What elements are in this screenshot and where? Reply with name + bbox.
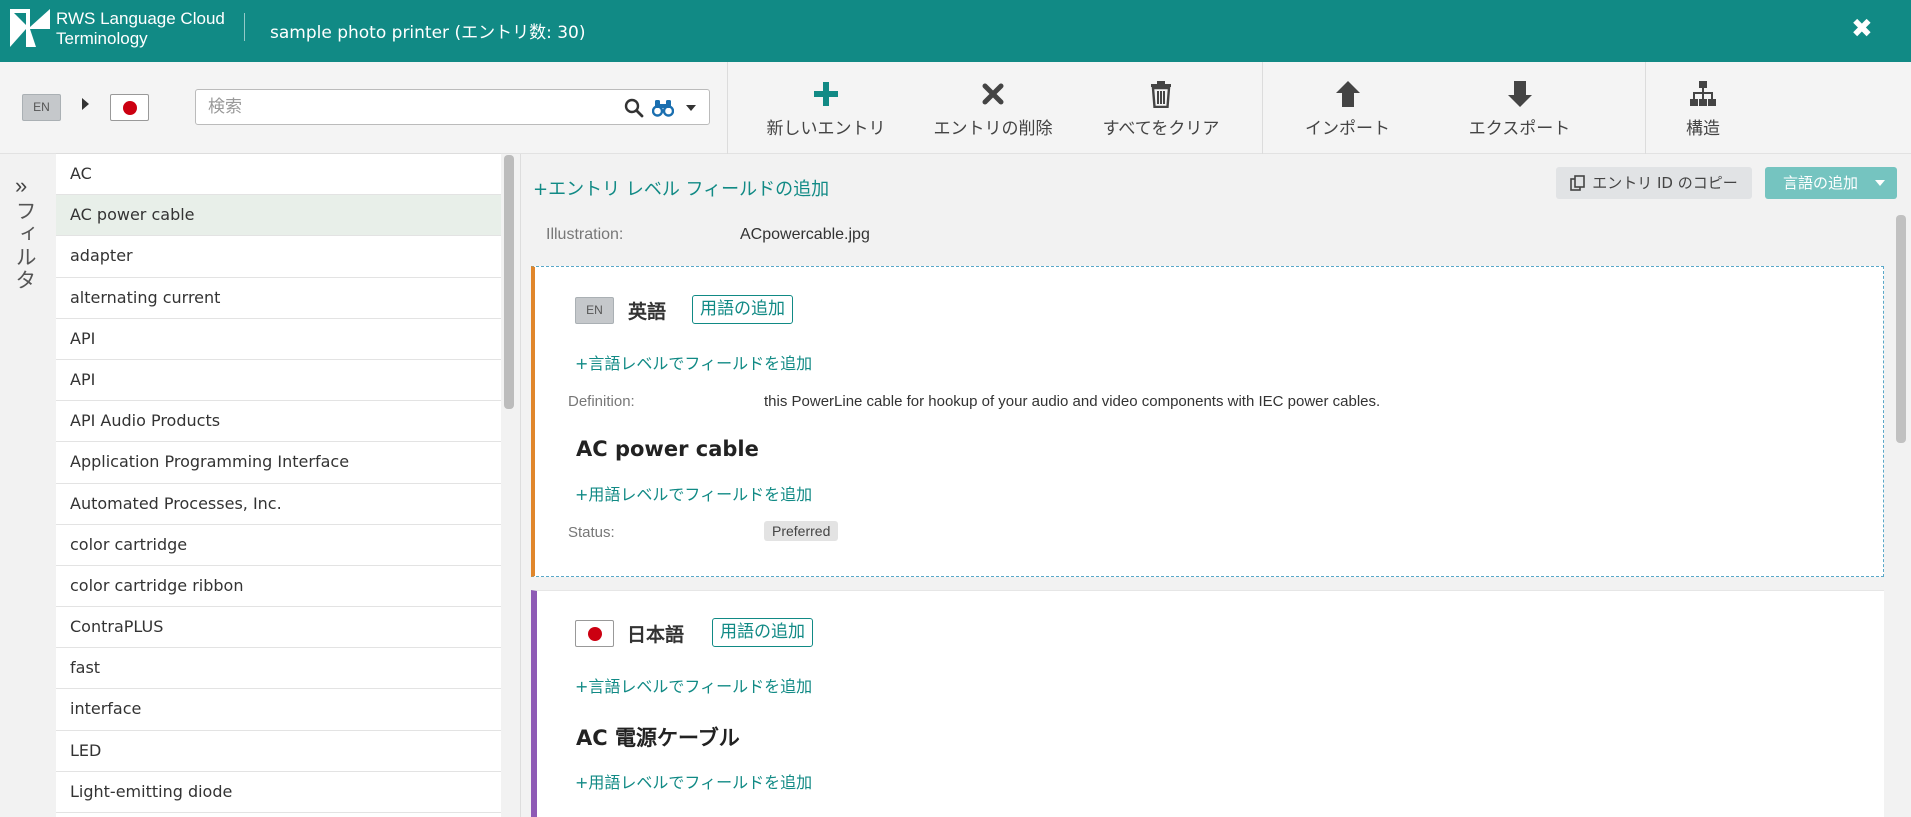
rws-logo-icon [10, 9, 50, 47]
entry-list-item[interactable]: AC [56, 154, 501, 196]
entry-list-item[interactable]: ContraPLUS [56, 607, 501, 649]
new-entry-button[interactable]: 新しいエントリ [755, 72, 897, 144]
plus-icon: + [533, 179, 549, 200]
entry-list: AC AC power cable adapter alternating curre… [56, 153, 501, 817]
plus-icon [814, 82, 838, 106]
entry-list-item[interactable]: API [56, 360, 501, 402]
structure-label: 構造 [1686, 119, 1720, 139]
header-divider [244, 13, 245, 41]
entry-list-item[interactable]: Automated Processes, Inc. [56, 484, 501, 525]
definition-value[interactable]: this PowerLine cable for hookup of your … [764, 393, 1380, 410]
entry-list-item[interactable]: LED [56, 731, 501, 772]
entry-list-item[interactable]: color cartridge ribbon [56, 566, 501, 608]
filter-label[interactable]: フィルタ [10, 200, 40, 292]
add-language-field-link-en[interactable]: +言語レベルでフィールドを追加 [575, 350, 812, 374]
entry-list-item[interactable]: API Audio Products [56, 401, 501, 443]
brand-name: RWS Language Cloud Terminology [56, 9, 225, 49]
add-entry-field-label: エントリ レベル フィールドの追加 [548, 179, 830, 200]
japanese-flag-icon [575, 620, 614, 647]
close-icon[interactable]: ✖ [1851, 13, 1873, 44]
entry-list-item[interactable]: Application Programming Interface [56, 442, 501, 484]
arrow-down-icon [1507, 81, 1532, 107]
status-badge[interactable]: Preferred [764, 521, 839, 541]
status-label: Status: [568, 524, 615, 541]
english-language-badge: EN [575, 297, 614, 324]
brand-line1: RWS Language Cloud [56, 9, 225, 28]
trash-icon [1151, 81, 1171, 108]
english-language-name: 英語 [628, 301, 667, 323]
hierarchy-icon [1690, 81, 1716, 106]
search-input[interactable] [208, 96, 608, 118]
import-button[interactable]: インポート [1290, 72, 1405, 144]
entry-list-item[interactable]: adapter [56, 236, 501, 278]
toolbar-divider [1262, 62, 1263, 154]
flag-circle [587, 626, 602, 641]
import-label: インポート [1305, 119, 1390, 139]
language-arrow-icon [82, 98, 89, 110]
add-language-field-label-ja: 言語レベルでフィールドを追加 [588, 677, 813, 696]
entry-list-item[interactable]: color cartridge [56, 525, 501, 566]
add-term-field-link-en[interactable]: +用語レベルでフィールドを追加 [575, 481, 812, 505]
search-options-dropdown-icon[interactable] [686, 105, 696, 111]
illustration-value[interactable]: ACpowercable.jpg [740, 226, 870, 244]
source-language-badge[interactable]: EN [22, 94, 61, 121]
add-term-field-label-ja: 用語レベルでフィールドを追加 [588, 773, 813, 792]
toolbar-divider [727, 62, 728, 154]
entry-list-item[interactable]: fast [56, 648, 501, 690]
target-language-flag-icon[interactable] [110, 94, 149, 121]
english-term[interactable]: AC power cable [576, 437, 759, 461]
app-header: RWS Language Cloud Terminology sample ph… [0, 0, 1911, 62]
copy-icon [1570, 175, 1586, 191]
add-term-field-label-en: 用語レベルでフィールドを追加 [588, 485, 813, 504]
delete-entry-label: エントリの削除 [933, 119, 1053, 139]
chevron-down-icon [1875, 180, 1885, 186]
brand-line2: Terminology [56, 29, 148, 48]
clear-all-button[interactable]: すべてをクリア [1093, 72, 1229, 144]
export-button[interactable]: エクスポート [1462, 72, 1577, 144]
plus-icon: + [575, 354, 589, 373]
structure-button[interactable]: 構造 [1663, 72, 1743, 144]
entry-list-item[interactable]: API [56, 319, 501, 360]
add-term-button-en[interactable]: 用語の追加 [692, 295, 793, 324]
add-entry-field-link[interactable]: +エントリ レベル フィールドの追加 [533, 175, 829, 201]
entry-list-item[interactable]: interface [56, 689, 501, 731]
entry-list-item[interactable]: AC power cable [56, 195, 501, 237]
add-language-field-link-ja[interactable]: +言語レベルでフィールドを追加 [575, 673, 812, 697]
japanese-language-name: 日本語 [627, 624, 685, 646]
entry-list-item[interactable]: alternating current [56, 278, 501, 319]
termbase-title: sample photo printer (エントリ数: 30) [270, 23, 586, 43]
entry-list-item[interactable]: Light-emitting diode [56, 772, 501, 813]
illustration-label: Illustration: [546, 226, 624, 243]
plus-icon: + [575, 485, 589, 504]
search-icon[interactable] [624, 98, 644, 118]
flag-circle [122, 100, 137, 115]
delete-x-icon [982, 83, 1004, 105]
copy-entry-id-label: エントリ ID のコピー [1592, 174, 1738, 192]
clear-all-label: すべてをクリア [1102, 119, 1220, 139]
definition-label: Definition: [568, 393, 635, 410]
export-label: エクスポート [1468, 119, 1571, 139]
search-box [195, 89, 710, 125]
entry-list-scrollbar[interactable] [504, 155, 514, 409]
panel-divider [520, 154, 521, 817]
copy-entry-id-button[interactable]: エントリ ID のコピー [1556, 167, 1752, 199]
plus-icon: + [575, 773, 589, 792]
plus-icon: + [575, 677, 589, 696]
toolbar-divider [1645, 62, 1646, 154]
add-term-field-link-ja[interactable]: +用語レベルでフィールドを追加 [575, 769, 812, 793]
add-language-field-label-en: 言語レベルでフィールドを追加 [588, 354, 813, 373]
detail-scrollbar[interactable] [1896, 215, 1906, 443]
arrow-up-icon [1335, 81, 1360, 107]
expand-filter-chevron-icon[interactable]: » [15, 173, 27, 199]
add-term-button-ja[interactable]: 用語の追加 [712, 618, 813, 647]
add-language-label: 言語の追加 [1783, 174, 1859, 192]
delete-entry-button[interactable]: エントリの削除 [925, 72, 1061, 144]
add-language-button[interactable]: 言語の追加 [1765, 167, 1897, 199]
new-entry-label: 新しいエントリ [766, 119, 886, 139]
fuzzy-search-binoculars-icon[interactable] [652, 98, 674, 118]
japanese-term[interactable]: AC 電源ケーブル [576, 722, 740, 752]
